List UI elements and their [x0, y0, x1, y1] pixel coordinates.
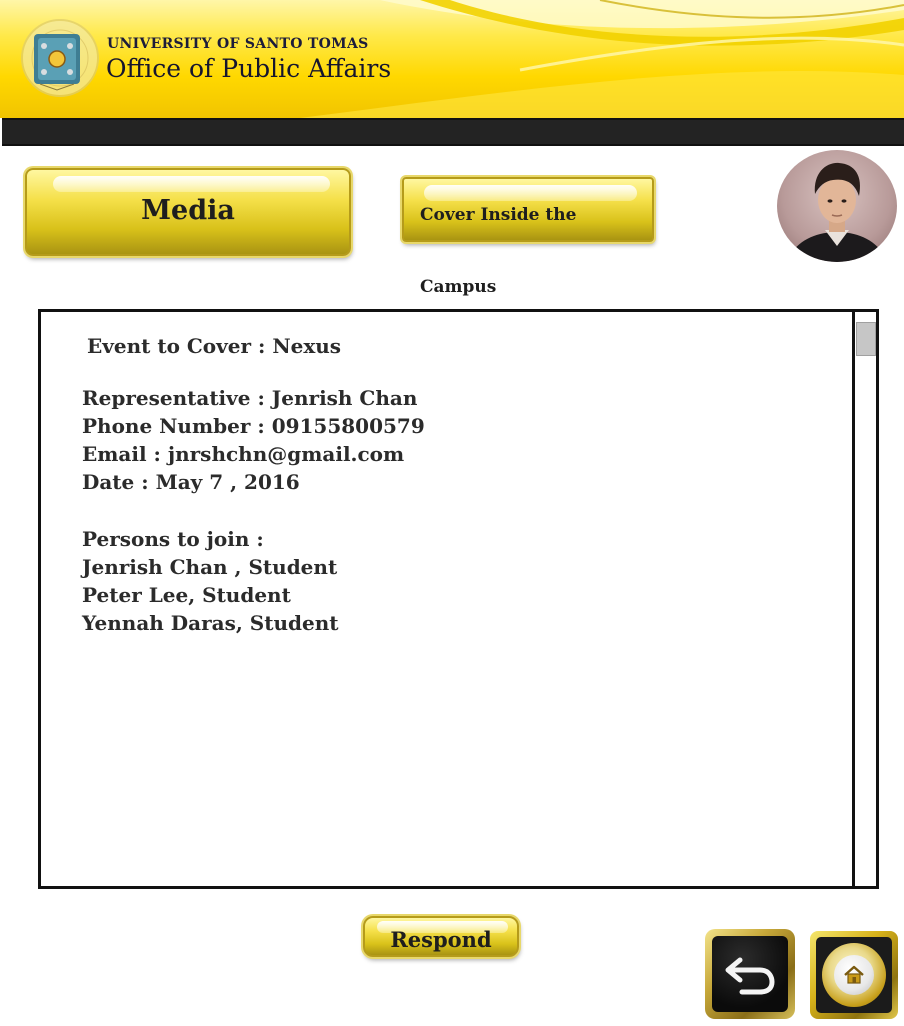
request-details-panel[interactable]: Event to Cover : Nexus Representative : … [38, 309, 879, 889]
date-line: Date : May 7 , 2016 [82, 470, 300, 494]
back-button-face [712, 936, 788, 1012]
header-banner: UNIVERSITY OF SANTO TOMAS Office of Publ… [0, 0, 904, 118]
home-button-disc [834, 955, 874, 995]
back-button[interactable] [705, 929, 795, 1019]
persons-heading: Persons to join : [82, 527, 264, 551]
home-icon [844, 965, 864, 984]
user-avatar[interactable] [777, 150, 897, 262]
header-divider-bar [2, 118, 904, 146]
person-item: Peter Lee, Student [82, 583, 291, 607]
media-button[interactable]: Media [25, 168, 351, 256]
button-gloss [423, 185, 638, 201]
person-item: Yennah Daras, Student [82, 611, 339, 635]
media-button-label: Media [141, 195, 235, 226]
university-name: UNIVERSITY OF SANTO TOMAS [107, 36, 369, 52]
button-gloss [52, 176, 330, 192]
cover-inside-campus-button[interactable]: Cover Inside the Campus [402, 177, 654, 297]
representative-line: Representative : Jenrish Chan [82, 386, 418, 410]
back-arrow-icon [725, 957, 775, 995]
home-button[interactable] [810, 931, 898, 1019]
ust-seal-icon [21, 19, 99, 97]
office-title: Office of Public Affairs [106, 54, 392, 83]
home-button-face [816, 937, 892, 1013]
respond-button[interactable]: Respond [363, 916, 519, 957]
person-portrait-icon [787, 162, 887, 262]
person-item: Jenrish Chan , Student [82, 555, 338, 579]
vertical-scrollbar[interactable] [852, 312, 876, 886]
cover-inside-campus-label: Cover Inside the Campus [420, 205, 577, 297]
respond-button-label: Respond [390, 927, 492, 952]
event-line: Event to Cover : Nexus [87, 334, 342, 358]
scrollbar-thumb[interactable] [856, 322, 876, 356]
email-line: Email : jnrshchn@gmail.com [82, 442, 405, 466]
phone-line: Phone Number : 09155800579 [82, 414, 425, 438]
home-button-ring [822, 943, 886, 1007]
